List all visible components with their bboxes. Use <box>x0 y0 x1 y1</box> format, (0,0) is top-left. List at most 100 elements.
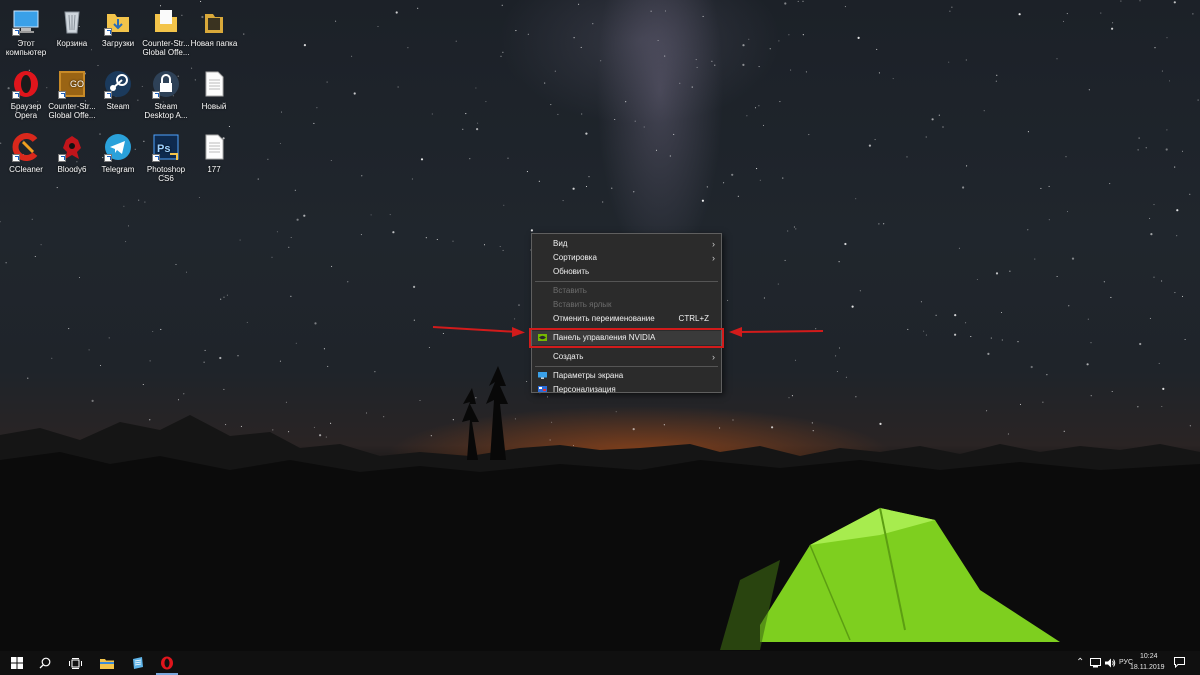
search-icon <box>39 657 51 669</box>
show-hidden-icons-button[interactable]: ⌃ <box>1076 657 1084 668</box>
clock-time[interactable]: 10:24 <box>1140 653 1158 660</box>
windows-icon <box>11 657 23 669</box>
desktop-icon-new-folder[interactable]: Новая папка <box>188 6 240 48</box>
desktop-icon-177[interactable]: 177 <box>188 132 240 174</box>
desktop-icon-label: Photoshop CS6 <box>146 165 186 183</box>
menu-item-nvidia-control-panel[interactable]: Панель управления NVIDIA <box>529 328 724 348</box>
photoshop-icon: Ps <box>151 132 181 162</box>
desktop-icon-steam[interactable]: Steam <box>92 69 144 111</box>
menu-item-personalization[interactable]: Персонализация <box>532 383 721 397</box>
menu-item-label: Вставить ярлык <box>553 300 612 309</box>
menu-item-label: Панель управления NVIDIA <box>553 333 656 342</box>
action-center-icon[interactable] <box>1174 657 1185 668</box>
menu-item-label: Параметры экрана <box>553 371 624 380</box>
annotation-arrow-right <box>729 327 824 337</box>
menu-item-refresh[interactable]: Обновить <box>532 265 721 279</box>
notepad-icon <box>132 656 143 669</box>
menu-separator <box>535 281 718 282</box>
menu-item-label: Отменить переименование <box>553 314 655 323</box>
chevron-right-icon: › <box>712 239 715 249</box>
folder-icon <box>199 6 229 36</box>
menu-item-undo-rename[interactable]: Отменить переименование CTRL+Z <box>532 312 721 326</box>
menu-separator <box>535 328 718 329</box>
folder-downloads-icon <box>103 6 133 36</box>
desktop-icon-label: Counter-Str... Global Offe... <box>48 102 96 120</box>
taskbar-file-explorer[interactable] <box>92 651 122 675</box>
network-icon[interactable] <box>1090 658 1101 668</box>
opera-icon <box>11 69 41 99</box>
desktop-icon-label: Браузер Opera <box>10 102 42 120</box>
personalization-icon <box>538 386 547 392</box>
menu-item-paste-shortcut[interactable]: Вставить ярлык <box>532 298 721 312</box>
menu-item-view[interactable]: Вид › <box>532 237 721 251</box>
desktop-icon-label: Загрузки <box>101 39 135 48</box>
desktop-icon-label: Counter-Str... Global Offe... <box>142 39 190 57</box>
telegram-icon <box>103 132 133 162</box>
desktop-icon-recycle-bin[interactable]: Корзина <box>46 6 98 48</box>
menu-item-label: Обновить <box>553 267 590 276</box>
menu-separator <box>535 366 718 367</box>
desktop-icon-new-text[interactable]: Новый <box>188 69 240 111</box>
opera-icon <box>161 656 173 670</box>
clock-date[interactable]: 18.11.2019 <box>1130 664 1165 671</box>
taskbar: ⌃ РУС 10:24 18.11.2019 <box>0 651 1200 675</box>
taskbar-app-notepad[interactable] <box>122 651 152 675</box>
desktop-icon-csgo[interactable]: GO Counter-Str... Global Offe... <box>46 69 98 120</box>
mountain-landscape <box>0 366 1200 655</box>
menu-item-display-settings[interactable]: Параметры экрана <box>532 369 721 383</box>
nvidia-icon <box>538 334 547 341</box>
desktop-icon-opera[interactable]: Браузер Opera <box>0 69 52 120</box>
menu-item-sort[interactable]: Сортировка › <box>532 251 721 265</box>
display-icon <box>538 372 547 379</box>
taskbar-opera[interactable] <box>152 651 182 675</box>
desktop-icon-label: 177 <box>207 165 221 174</box>
desktop-icon-label: CCleaner <box>9 165 43 174</box>
csgo-icon: GO <box>57 69 87 99</box>
ccleaner-icon <box>11 132 41 162</box>
menu-item-paste[interactable]: Вставить <box>532 284 721 298</box>
annotation-arrow-left <box>432 326 525 337</box>
desktop-icon-label: Telegram <box>101 165 135 174</box>
desktop-icon-photoshop[interactable]: Ps Photoshop CS6 <box>140 132 192 183</box>
menu-item-label: Персонализация <box>553 385 616 394</box>
steam-icon <box>103 69 133 99</box>
menu-item-label: Вставить <box>553 286 587 295</box>
this-pc-icon <box>11 6 41 36</box>
volume-icon[interactable] <box>1105 658 1116 668</box>
desktop-icon-this-pc[interactable]: Этот компьютер <box>0 6 52 57</box>
desktop-icon-csgo-folder[interactable]: Counter-Str... Global Offe... <box>140 6 192 57</box>
folder-icon <box>100 658 114 669</box>
desktop-icon-ccleaner[interactable]: CCleaner <box>0 132 52 174</box>
start-button[interactable] <box>2 651 32 675</box>
menu-item-label: Сортировка <box>553 253 597 262</box>
task-view-button[interactable] <box>60 651 90 675</box>
task-view-icon <box>68 657 82 669</box>
menu-separator <box>535 347 718 348</box>
desktop-icon-downloads[interactable]: Загрузки <box>92 6 144 48</box>
desktop-icon-bloody6[interactable]: Bloody6 <box>46 132 98 174</box>
desktop-icon-label: Steam <box>106 102 130 111</box>
recycle-bin-icon <box>57 6 87 36</box>
search-button[interactable] <box>30 651 60 675</box>
desktop-icon-label: Этот компьютер <box>5 39 47 57</box>
steam-authenticator-icon <box>151 69 181 99</box>
text-file-icon <box>199 132 229 162</box>
menu-item-create[interactable]: Создать › <box>532 350 721 364</box>
menu-item-label: Создать <box>553 352 584 361</box>
desktop-context-menu: Вид › Сортировка › Обновить Вставить Вст… <box>529 233 724 394</box>
menu-item-shortcut: CTRL+Z <box>678 314 709 323</box>
menu-item-label: Вид <box>553 239 568 248</box>
desktop-icon-label: Новая папка <box>190 39 238 48</box>
svg-text:GO: GO <box>70 79 84 89</box>
chevron-right-icon: › <box>712 352 715 362</box>
folder-icon <box>151 6 181 36</box>
desktop-icon-telegram[interactable]: Telegram <box>92 132 144 174</box>
desktop-icon-label: Корзина <box>56 39 88 48</box>
chevron-right-icon: › <box>712 253 715 263</box>
bloody-icon <box>57 132 87 162</box>
desktop-icon-label: Bloody6 <box>57 165 87 174</box>
desktop-icon-label: Steam Desktop A... <box>144 102 188 120</box>
text-file-icon <box>199 69 229 99</box>
desktop-icon-label: Новый <box>201 102 227 111</box>
desktop-icon-steam-authenticator[interactable]: Steam Desktop A... <box>140 69 192 120</box>
